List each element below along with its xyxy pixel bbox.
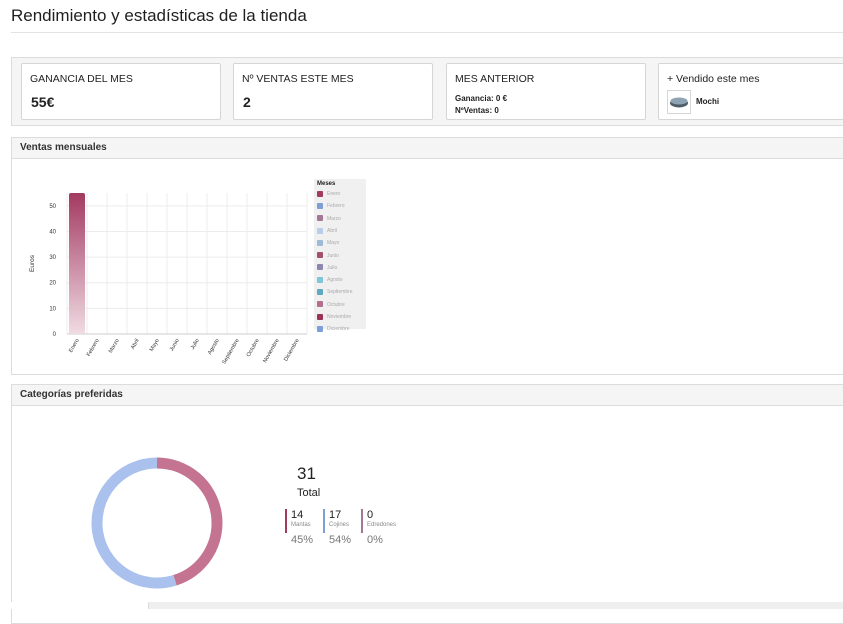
page-title: Rendimiento y estadísticas de la tienda: [11, 6, 307, 25]
legend-item-mayo[interactable]: Mayo: [317, 239, 339, 247]
legend-swatch: [317, 215, 323, 222]
legend-label: Julio: [327, 264, 338, 271]
x-tick-label: Enero: [68, 338, 81, 354]
legend-item-diciembre[interactable]: Diciembre: [317, 325, 350, 333]
product-name[interactable]: Mochi: [696, 97, 719, 106]
scrollbar-thumb[interactable]: [0, 602, 149, 609]
kpi-card-vendido: + Vendido este mes Mochi: [658, 63, 843, 120]
legend-item-enero[interactable]: Enero: [317, 190, 340, 198]
legend-swatch: [317, 313, 323, 320]
category-mantas: 14 Mantas: [285, 509, 311, 533]
legend-label: Octubre: [327, 301, 345, 308]
y-axis-label: Euros: [29, 254, 36, 272]
panel-title: Ventas mensuales: [12, 138, 843, 159]
legend-swatch: [317, 190, 323, 197]
y-tick-label: 20: [49, 281, 56, 287]
monthly-sales-panel: Ventas mensuales 0 10 20 30 40 50 Enero Febrero…: [11, 137, 843, 375]
legend-swatch: [317, 202, 323, 209]
legend-label: Febrero: [327, 203, 345, 210]
category-edredones: 0 Edredones: [361, 509, 396, 533]
x-tick-label: Abril: [130, 338, 141, 351]
y-tick-label: 50: [49, 204, 56, 210]
legend-swatch: [317, 325, 323, 332]
x-tick-label: Septiembre: [221, 338, 240, 365]
legend-swatch: [317, 264, 323, 271]
legend-label: Enero: [327, 191, 341, 197]
legend-label: Junio: [327, 252, 339, 259]
donut-slice-cojines: [91, 457, 177, 589]
kpi-label: MES ANTERIOR: [455, 73, 535, 85]
categories-panel: Categorías preferidas 31 Total 14 Mantas…: [11, 384, 843, 624]
chart-legend: Meses Enero Febrero Marzo Abril Mayo Junio Jul…: [314, 179, 366, 332]
category-count: 17: [329, 509, 342, 521]
category-percent: 54%: [329, 534, 352, 546]
kpi-label: + Vendido este mes: [667, 73, 760, 85]
category-cojines: 17 Cojines: [323, 509, 349, 533]
x-tick-label: Julio: [190, 338, 201, 351]
donut-chart-svg: [91, 457, 223, 589]
kpi-label: GANANCIA DEL MES: [30, 73, 133, 85]
kpi-label: Nº VENTAS ESTE MES: [242, 73, 354, 85]
y-tick-label: 10: [49, 306, 56, 312]
legend-swatch: [317, 276, 323, 283]
kpi-card-ganancia: GANANCIA DEL MES 55€: [21, 63, 221, 120]
legend-swatch: [317, 289, 323, 296]
x-tick-label: Febrero: [86, 338, 101, 358]
legend-item-abril[interactable]: Abril: [317, 227, 337, 235]
kpi-prev-ganancia: Ganancia: 0 €: [455, 94, 508, 103]
category-name: Mantas: [291, 522, 311, 528]
category-percent: 0%: [367, 534, 383, 546]
legend-title: Meses: [317, 181, 336, 187]
x-tick-label: Agosto: [207, 338, 221, 356]
legend-item-septiembre[interactable]: Septiembre: [317, 288, 353, 296]
legend-swatch: [317, 301, 323, 308]
legend-item-octubre[interactable]: Octubre: [317, 301, 345, 309]
legend-item-junio[interactable]: Junio: [317, 252, 339, 260]
category-percent: 45%: [291, 534, 314, 546]
bar-chart-svg: 0 10 20 30 40 50 Enero Febrero Marzo Abril Mayo Jun…: [29, 193, 308, 365]
legend-swatch: [317, 227, 323, 234]
legend-item-noviembre[interactable]: Noviembre: [317, 313, 351, 321]
x-tick-label: Mayo: [149, 338, 161, 353]
total-label: Total: [297, 487, 321, 499]
legend-swatch: [317, 239, 323, 246]
x-tick-label: Marzo: [108, 338, 121, 354]
legend-label: Noviembre: [327, 314, 352, 320]
legend-label: Diciembre: [327, 326, 350, 333]
legend-item-agosto[interactable]: Agosto: [317, 276, 343, 284]
x-tick-label: Diciembre: [283, 338, 301, 362]
y-tick-label: 30: [49, 255, 56, 261]
legend-label: Septiembre: [327, 289, 353, 296]
total-count: 31: [297, 464, 316, 483]
category-count: 14: [291, 509, 304, 521]
kpi-prev-ventas: NºVentas: 0: [455, 106, 499, 115]
legend-label: Mayo: [327, 240, 340, 247]
x-tick-label: Noviembre: [262, 338, 280, 364]
legend-label: Abril: [327, 227, 338, 234]
kpi-value: 2: [243, 94, 251, 110]
donut-slice-mantas: [156, 457, 223, 586]
kpi-card-mes-anterior: MES ANTERIOR Ganancia: 0 € NºVentas: 0: [446, 63, 646, 120]
legend-label: Marzo: [327, 215, 341, 222]
product-thumbnail[interactable]: [667, 90, 691, 114]
x-tick-label: Octubre: [246, 338, 261, 358]
legend-item-febrero[interactable]: Febrero: [317, 202, 345, 210]
bar-enero: [69, 193, 85, 334]
kpi-panel: GANANCIA DEL MES 55€ Nº VENTAS ESTE MES …: [11, 57, 843, 126]
category-name: Edredones: [367, 522, 397, 528]
legend-item-julio[interactable]: Julio: [317, 264, 337, 272]
y-tick-label: 40: [49, 229, 56, 235]
category-name: Cojines: [329, 522, 350, 528]
panel-title: Categorías preferidas: [12, 385, 843, 406]
legend-item-marzo[interactable]: Marzo: [317, 215, 341, 223]
title-divider: [11, 32, 843, 33]
x-tick-label: Junio: [169, 338, 181, 352]
category-count: 0: [367, 509, 374, 521]
y-tick-label: 0: [53, 332, 57, 338]
legend-label: Agosto: [327, 277, 343, 284]
kpi-value: 55€: [31, 94, 55, 110]
legend-swatch: [317, 252, 323, 259]
kpi-card-ventas: Nº VENTAS ESTE MES 2: [233, 63, 433, 120]
